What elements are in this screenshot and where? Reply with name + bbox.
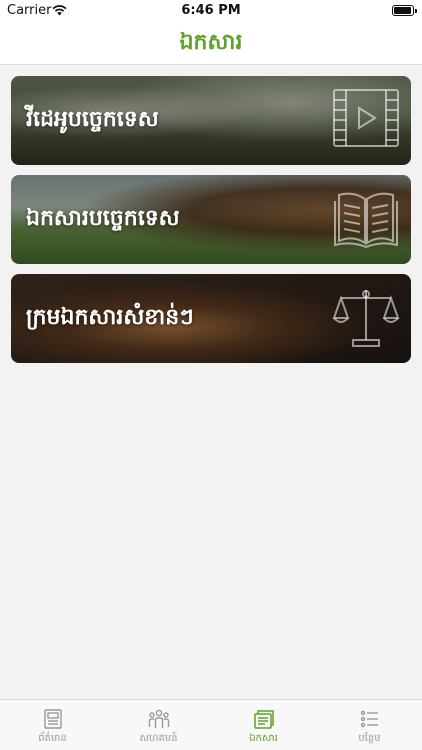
battery-icon: [392, 5, 417, 16]
scales-of-justice-icon: [332, 290, 400, 347]
card-technical-documents[interactable]: ឯកសារបច្ចេកទេស: [11, 175, 411, 264]
open-book-icon: [334, 192, 398, 249]
tab-news[interactable]: ព័ត៌មាន: [0, 700, 105, 750]
people-icon: [148, 709, 169, 728]
tab-label: ព័ត៌មាន: [38, 733, 67, 744]
card-label: ឯកសារបច្ចេកទេស: [26, 205, 180, 231]
card-legal-documents[interactable]: ក្រមឯកសារសំខាន់ៗ: [11, 274, 411, 363]
status-time: 6:46 PM: [181, 3, 241, 18]
video-film-icon: [333, 89, 399, 147]
card-label: ក្រមឯកសារសំខាន់ៗ: [26, 304, 194, 330]
tab-label: បន្ថែម: [358, 733, 381, 744]
newspaper-icon: [43, 709, 62, 729]
tab-documents[interactable]: ឯកសារ: [211, 700, 316, 750]
page-title: ឯកសារ: [179, 30, 243, 55]
tab-label: សហគមន៍: [139, 733, 178, 744]
status-bar: Carrier 6:46 PM: [0, 0, 422, 22]
tab-label: ឯកសារ: [249, 733, 278, 744]
navigation-bar: ឯកសារ: [0, 22, 422, 65]
tab-community[interactable]: សហគមន៍: [106, 700, 211, 750]
tab-more[interactable]: បន្ថែម: [317, 700, 422, 750]
list-icon: [360, 710, 378, 728]
card-technical-videos[interactable]: វីដេអូបច្ចេកទេស: [11, 76, 411, 165]
tab-bar: ព័ត៌មាន សហគមន៍ ឯកសារ បន្ថែម: [0, 699, 422, 750]
card-label: វីដេអូបច្ចេកទេស: [26, 106, 159, 132]
documents-icon: [253, 710, 274, 729]
